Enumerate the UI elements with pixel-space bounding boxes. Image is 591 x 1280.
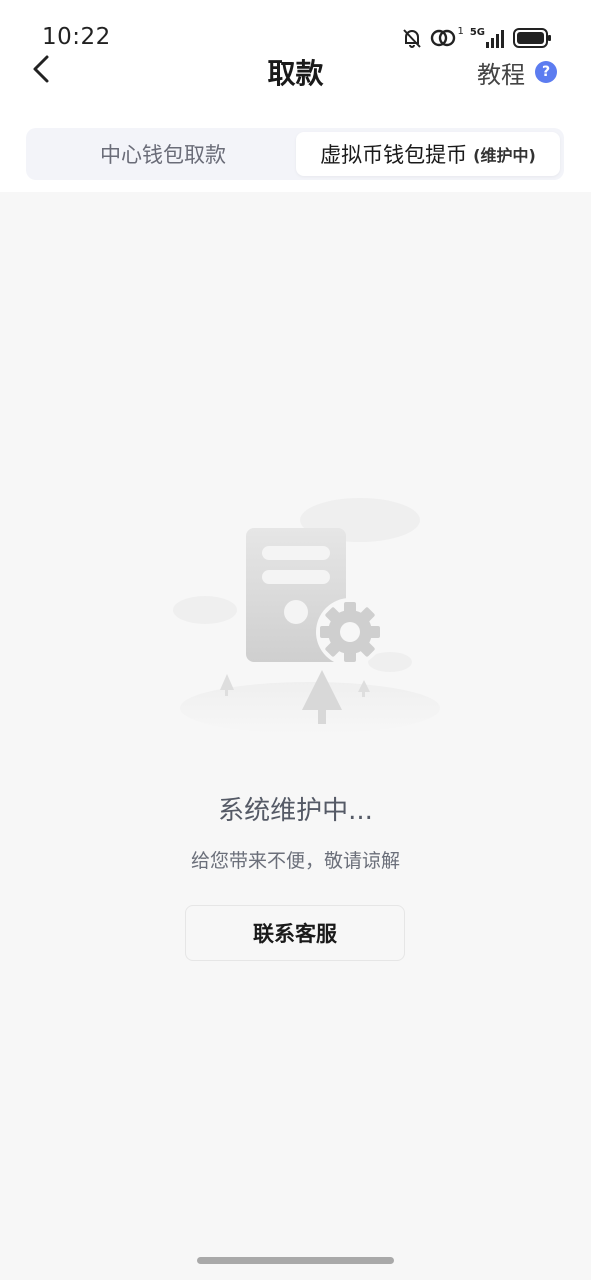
contact-support-button[interactable]: 联系客服	[185, 905, 405, 961]
home-indicator[interactable]	[197, 1257, 394, 1264]
back-button[interactable]	[26, 54, 56, 88]
network-label: 5G	[469, 27, 485, 38]
hotspot-icon: 1	[430, 26, 464, 50]
battery-icon	[513, 27, 553, 49]
tab-label: 中心钱包取款	[100, 143, 226, 167]
bell-mute-icon	[400, 26, 424, 50]
help-icon: ?	[535, 61, 557, 83]
header-area: 10:22 1 5G 取款 教程 ? 中心钱包取款 虚拟币钱包提币 (维护中)	[0, 0, 591, 192]
status-icons: 1 5G	[400, 24, 553, 52]
maintenance-note: (维护中)	[473, 146, 536, 165]
signal-icon: 5G	[470, 27, 507, 49]
maintenance-title: 系统维护中...	[218, 796, 373, 826]
tutorial-button[interactable]: 教程 ?	[477, 56, 557, 89]
tutorial-label: 教程	[477, 60, 525, 89]
tab-crypto-wallet[interactable]: 虚拟币钱包提币 (维护中)	[296, 132, 560, 176]
sim-index: 1	[457, 26, 464, 37]
chevron-left-icon	[32, 54, 50, 88]
contact-support-label: 联系客服	[253, 922, 337, 946]
maintenance-subtitle: 给您带来不便，敬请谅解	[190, 850, 400, 872]
withdraw-tabs: 中心钱包取款 虚拟币钱包提币 (维护中)	[26, 128, 564, 180]
tab-label: 虚拟币钱包提币	[320, 143, 468, 167]
server-maintenance-illustration	[160, 490, 460, 740]
status-time: 10:22	[42, 24, 111, 50]
tab-center-wallet[interactable]: 中心钱包取款	[30, 132, 296, 176]
